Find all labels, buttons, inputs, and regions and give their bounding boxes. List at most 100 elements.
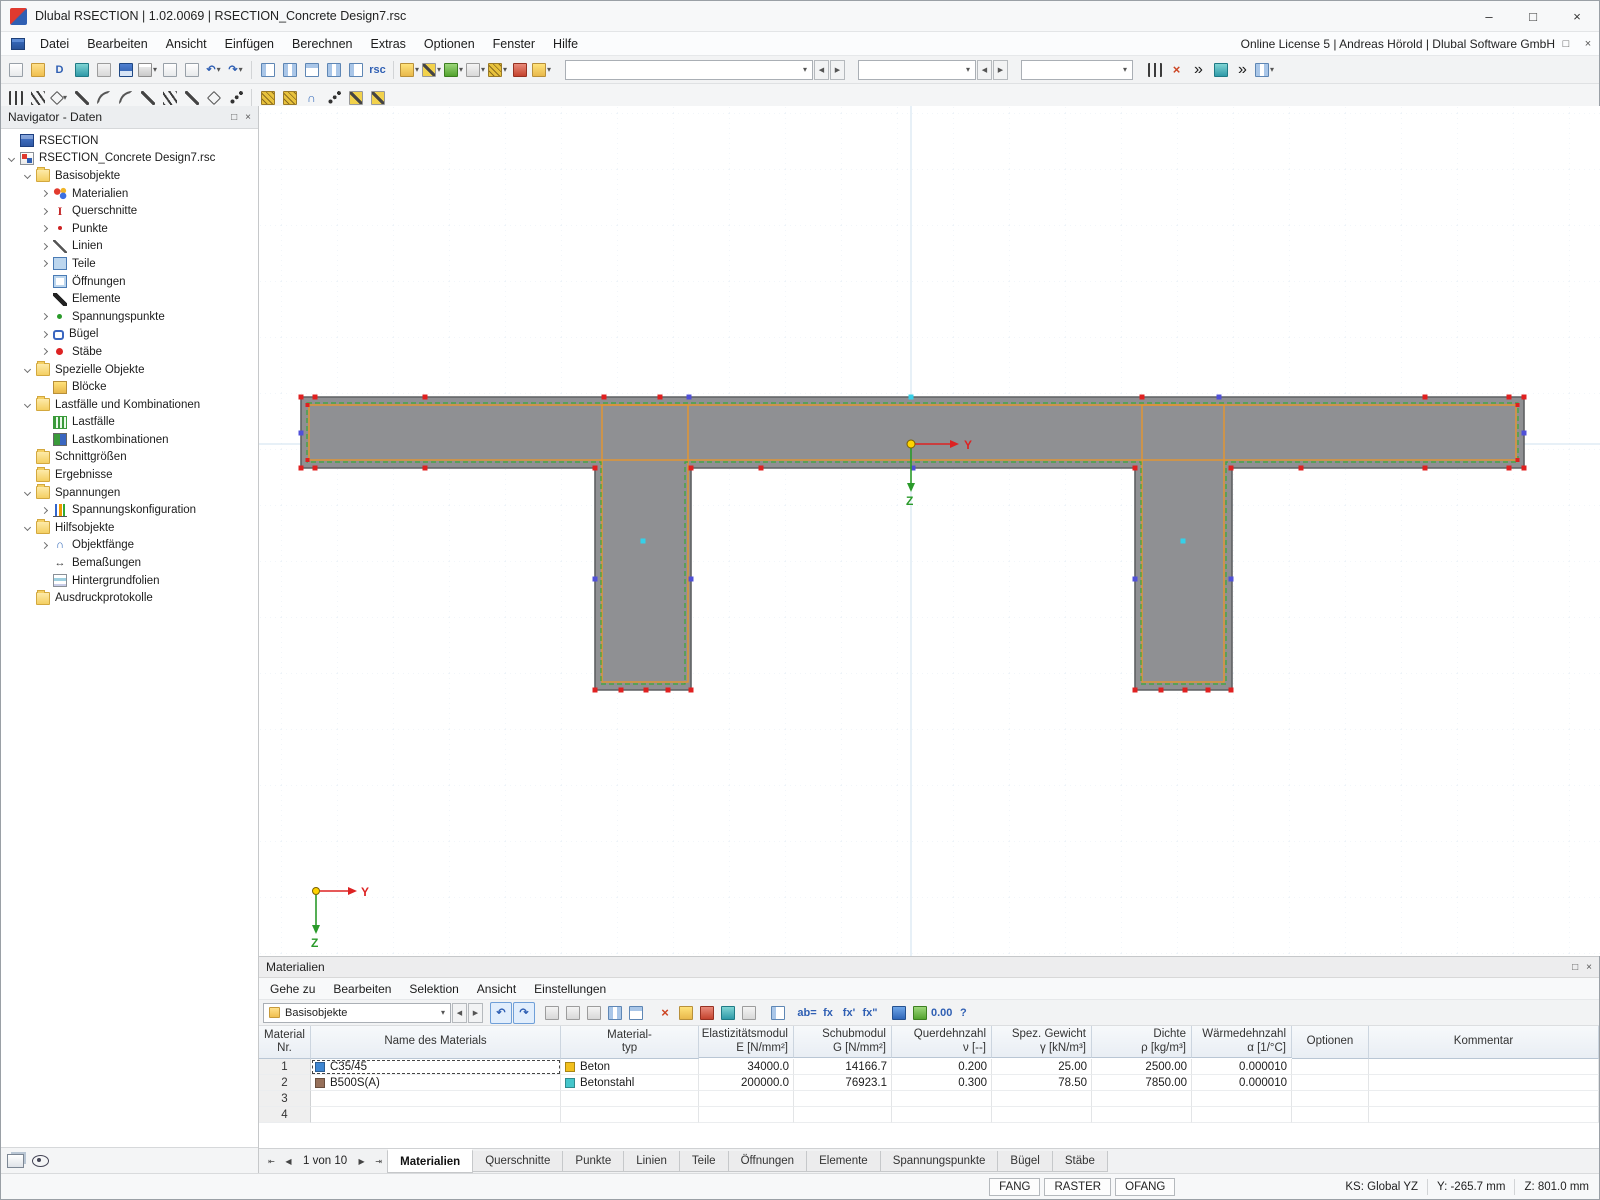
table-row[interactable]: 4: [259, 1107, 1599, 1123]
regenerate-button[interactable]: [1210, 59, 1231, 81]
tree-item-spannungspunkte[interactable]: Spannungspunkte: [1, 308, 258, 326]
tree-item-schnittgroessen[interactable]: Schnittgrößen: [1, 449, 258, 467]
tree-item-spannungskonfiguration[interactable]: Spannungskonfiguration: [1, 501, 258, 519]
expander-icon[interactable]: [5, 152, 18, 164]
formula-all-button[interactable]: fx": [860, 1003, 880, 1023]
minimize-button[interactable]: –: [1467, 1, 1511, 31]
tab-buegel[interactable]: Bügel: [997, 1151, 1052, 1172]
material-typ-cell[interactable]: Betonstahl: [561, 1075, 699, 1091]
view-table-button[interactable]: [345, 59, 366, 81]
first-table-button[interactable]: ⇤: [263, 1153, 280, 1170]
emodul-cell[interactable]: 200000.0: [699, 1075, 794, 1091]
tree-item-rsection[interactable]: RSECTION: [1, 132, 258, 150]
tab-punkte[interactable]: Punkte: [562, 1151, 624, 1172]
tree-item-ergebnisse[interactable]: Ergebnisse: [1, 466, 258, 484]
tree-item-hilfsobjekte[interactable]: Hilfsobjekte: [1, 519, 258, 537]
units-button[interactable]: 0.00: [931, 1003, 952, 1023]
optionen-cell[interactable]: [1292, 1107, 1369, 1123]
menu-berechnen[interactable]: Berechnen: [283, 34, 361, 54]
export-row-button[interactable]: [697, 1003, 717, 1023]
expander-icon[interactable]: [38, 539, 51, 551]
col-schubmodul[interactable]: SchubmodulG [N/mm²]: [794, 1026, 892, 1058]
combo-next-button[interactable]: ▶: [830, 60, 845, 80]
menu-bearbeiten[interactable]: Bearbeiten: [78, 34, 156, 54]
tree-item-ausdruckprotokolle[interactable]: Ausdruckprotokolle: [1, 589, 258, 607]
table-row[interactable]: 2 B500S(A) Betonstahl 200000.0 76923.1 0…: [259, 1075, 1599, 1091]
menu-gehe-zu[interactable]: Gehe zu: [261, 980, 324, 998]
tree-item-teile[interactable]: Teile: [1, 255, 258, 273]
expander-icon[interactable]: [21, 522, 34, 534]
tree-item-materialien[interactable]: Materialien: [1, 185, 258, 203]
new-object-button[interactable]: ▾: [399, 59, 420, 81]
gewicht-cell[interactable]: 78.50: [992, 1075, 1092, 1091]
col-dichte[interactable]: Dichteρ [kg/m³]: [1092, 1026, 1192, 1058]
gewicht-cell[interactable]: [992, 1107, 1092, 1123]
menu-table-ansicht[interactable]: Ansicht: [468, 980, 525, 998]
float-doc-icon[interactable]: □: [1555, 38, 1577, 50]
menu-extras[interactable]: Extras: [361, 34, 414, 54]
tree-item-bloecke[interactable]: Blöcke: [1, 378, 258, 396]
menu-einfuegen[interactable]: Einfügen: [216, 34, 283, 54]
table-row[interactable]: 1 C35/45 Beton 34000.0 14166.7 0.200 25.…: [259, 1059, 1599, 1075]
dichte-cell[interactable]: [1092, 1091, 1192, 1107]
material-typ-cell[interactable]: [561, 1107, 699, 1123]
expander-icon[interactable]: [38, 258, 51, 270]
ruler-button[interactable]: [1144, 59, 1165, 81]
new-model-button[interactable]: [5, 59, 26, 81]
graphics-canvas[interactable]: Y Z Y Z: [259, 106, 1600, 956]
zoom-combo[interactable]: ▾: [1021, 60, 1133, 80]
material-typ-cell[interactable]: [561, 1091, 699, 1107]
close-doc-icon[interactable]: ×: [1577, 38, 1599, 50]
view-single-button[interactable]: [257, 59, 278, 81]
stress-prev-button[interactable]: ◀: [977, 60, 992, 80]
delete-results-button[interactable]: ×: [1166, 59, 1187, 81]
expander-icon[interactable]: [21, 364, 34, 376]
querdehnzahl-cell[interactable]: [892, 1091, 992, 1107]
edit-object-button[interactable]: ▾: [421, 59, 442, 81]
insert-row-button[interactable]: [584, 1003, 604, 1023]
expand-table-button[interactable]: [626, 1003, 646, 1023]
close-button[interactable]: ×: [1555, 1, 1599, 31]
querdehnzahl-cell[interactable]: 0.300: [892, 1075, 992, 1091]
material-name-cell[interactable]: [311, 1091, 561, 1107]
material-name-cell[interactable]: B500S(A): [311, 1075, 561, 1091]
gewicht-cell[interactable]: [992, 1091, 1092, 1107]
col-kommentar[interactable]: Kommentar: [1369, 1026, 1599, 1059]
visibility-combo[interactable]: ▾: [565, 60, 813, 80]
expander-icon[interactable]: [21, 487, 34, 499]
select-box-button[interactable]: ▾: [465, 59, 486, 81]
menu-selektion[interactable]: Selektion: [400, 980, 467, 998]
alpha-cell[interactable]: 0.000010: [1192, 1075, 1292, 1091]
dichte-cell[interactable]: [1092, 1107, 1192, 1123]
sum-button[interactable]: [739, 1003, 759, 1023]
expander-icon[interactable]: [38, 188, 51, 200]
tree-item-linien[interactable]: Linien: [1, 238, 258, 256]
material-name-cell[interactable]: C35/45: [311, 1059, 561, 1075]
expander-icon[interactable]: [38, 504, 51, 516]
dlubal-connect-button[interactable]: D: [49, 59, 70, 81]
next-table-button[interactable]: ▶: [353, 1153, 370, 1170]
navigator-switch-icon[interactable]: [7, 1154, 24, 1168]
sync-button[interactable]: [71, 59, 92, 81]
formula-edit-button[interactable]: fx': [839, 1003, 859, 1023]
material-name-cell[interactable]: [311, 1107, 561, 1123]
material-typ-cell[interactable]: Beton: [561, 1059, 699, 1075]
last-table-button[interactable]: ⇥: [370, 1153, 387, 1170]
import-row-button[interactable]: [676, 1003, 696, 1023]
tree-item-lastfaelle[interactable]: Lastfälle: [1, 414, 258, 432]
find-replace-button[interactable]: ab=: [797, 1003, 817, 1023]
close-panel-icon[interactable]: ×: [245, 112, 251, 123]
tab-linien[interactable]: Linien: [623, 1151, 680, 1172]
print-button[interactable]: ▾: [137, 59, 158, 81]
tab-teile[interactable]: Teile: [679, 1151, 729, 1172]
maximize-button[interactable]: □: [1511, 1, 1555, 31]
emodul-cell[interactable]: [699, 1107, 794, 1123]
raster-toggle[interactable]: RASTER: [1044, 1178, 1111, 1196]
row-number[interactable]: 2: [259, 1075, 311, 1091]
kommentar-cell[interactable]: [1369, 1091, 1599, 1107]
fullscreen-table-button[interactable]: [768, 1003, 788, 1023]
col-spez-gewicht[interactable]: Spez. Gewichtγ [kN/m³]: [992, 1026, 1092, 1058]
emodul-cell[interactable]: 34000.0: [699, 1059, 794, 1075]
tree-item-lastfaelle-komb[interactable]: Lastfälle und Kombinationen: [1, 396, 258, 414]
library-button[interactable]: [889, 1003, 909, 1023]
